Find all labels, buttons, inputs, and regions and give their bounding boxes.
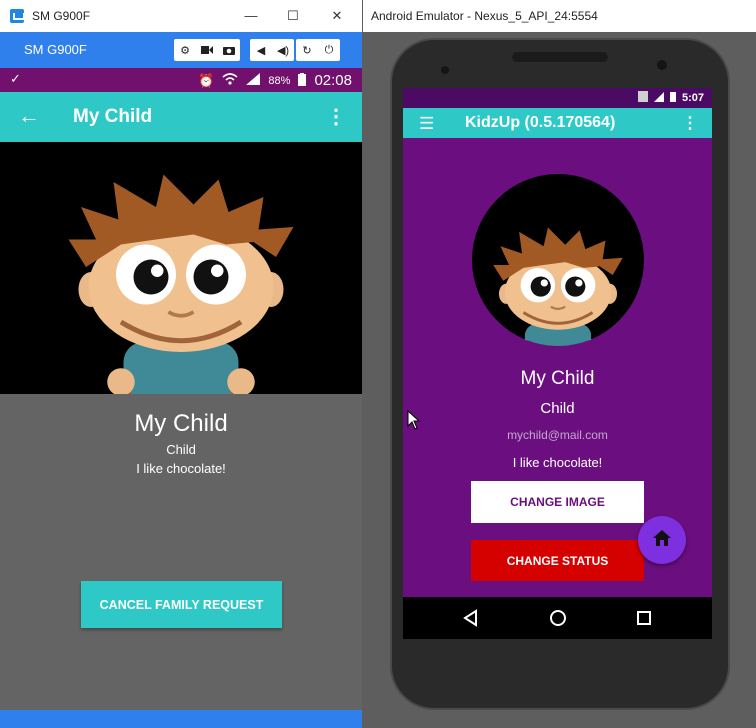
maximize-icon[interactable]: ☐ (283, 6, 303, 26)
child-name: My Child (520, 368, 595, 389)
toolbar-group-capture: ⚙ (174, 39, 240, 61)
status-time: 02:08 (314, 72, 352, 89)
signal-icon (246, 73, 261, 88)
alarm-icon: ⏰ (198, 72, 215, 88)
emulator-status-time: 5:07 (681, 92, 704, 104)
checkmark-icon: ✓ (10, 71, 21, 86)
emulator-window-titlebar: Android Emulator - Nexus_5_API_24:5554 (363, 0, 756, 32)
video-camera-icon[interactable] (196, 39, 218, 61)
wifi-icon (222, 73, 238, 88)
close-icon[interactable]: ✕ (327, 6, 347, 26)
camera-icon[interactable] (218, 39, 240, 61)
change-image-button[interactable]: CHANGE IMAGE (471, 481, 644, 523)
home-nav-icon[interactable] (548, 608, 568, 628)
phone-status-bar: ✓ ⏰ 88% 02:08 (0, 68, 362, 92)
recents-nav-icon[interactable] (634, 608, 654, 628)
device-name: SM G900F (24, 42, 87, 57)
back-nav-icon[interactable] (461, 608, 481, 628)
back-arrow-icon[interactable]: ← (18, 103, 40, 129)
minimize-icon[interactable]: — (241, 6, 261, 26)
sim-icon (637, 91, 648, 105)
toolbar-group-power: ↻ ⏻ (296, 39, 340, 61)
toolbar-group-volume: ◀ ◀) (250, 39, 294, 61)
battery-percent: 88% (268, 74, 291, 87)
child-role: Child (166, 442, 196, 457)
overflow-menu-icon[interactable]: ⋮ (326, 104, 346, 129)
overflow-menu-icon[interactable]: ⋮ (682, 113, 698, 133)
child-profile-image (0, 142, 362, 394)
left-window-titlebar: SM G900F — ☐ ✕ (0, 0, 362, 32)
child-email: mychild@mail.com (507, 428, 608, 442)
emulator-appbar-title: KidzUp (0.5.170564) (465, 114, 616, 131)
volume-down-icon[interactable]: ◀ (250, 39, 272, 61)
mirror-toolbar: SM G900F ⚙ ◀ ◀) ↻ ⏻ (0, 32, 362, 68)
phone-camera (441, 66, 449, 74)
app-icon (10, 9, 25, 23)
mouse-cursor-icon (407, 409, 421, 435)
left-window-bottom-bar (0, 710, 362, 728)
battery-icon (298, 72, 307, 89)
child-avatar[interactable] (472, 174, 644, 346)
child-status-message: I like chocolate! (136, 461, 226, 476)
home-fab[interactable] (638, 516, 686, 564)
child-role: Child (540, 400, 575, 417)
cancel-family-request-button[interactable]: CANCEL FAMILY REQUEST (81, 581, 282, 628)
rotate-icon[interactable]: ↻ (296, 39, 318, 61)
change-status-button[interactable]: CHANGE STATUS (471, 540, 644, 581)
emulator-status-bar: 5:07 (403, 88, 712, 108)
power-icon[interactable]: ⏻ (318, 39, 340, 61)
child-status-message: I like chocolate! (512, 455, 603, 470)
left-appbar-title: My Child (73, 106, 153, 127)
android-nav-bar (403, 597, 712, 639)
emulator-app-bar: ☰ KidzUp (0.5.170564) ⋮ (403, 108, 712, 138)
left-app-bar: ← My Child ⋮ (0, 92, 362, 142)
left-window-title: SM G900F (32, 9, 91, 23)
hamburger-menu-icon[interactable]: ☰ (419, 114, 434, 134)
settings-icon[interactable]: ⚙ (174, 39, 196, 61)
home-icon (652, 529, 672, 552)
phone-speaker (512, 52, 608, 62)
child-name: My Child (134, 410, 228, 437)
phone-sensor (657, 60, 667, 70)
scrcpy-mirror-window: SM G900F — ☐ ✕ SM G900F ⚙ ◀ ◀) ↻ ⏻ ✓ ⏰ 8… (0, 0, 362, 728)
signal-icon (653, 91, 664, 105)
emulator-window-title: Android Emulator - Nexus_5_API_24:5554 (371, 9, 598, 23)
volume-up-icon[interactable]: ◀) (272, 39, 294, 61)
left-profile-body: My Child Child I like chocolate! CANCEL … (0, 394, 362, 710)
battery-icon (669, 91, 676, 105)
